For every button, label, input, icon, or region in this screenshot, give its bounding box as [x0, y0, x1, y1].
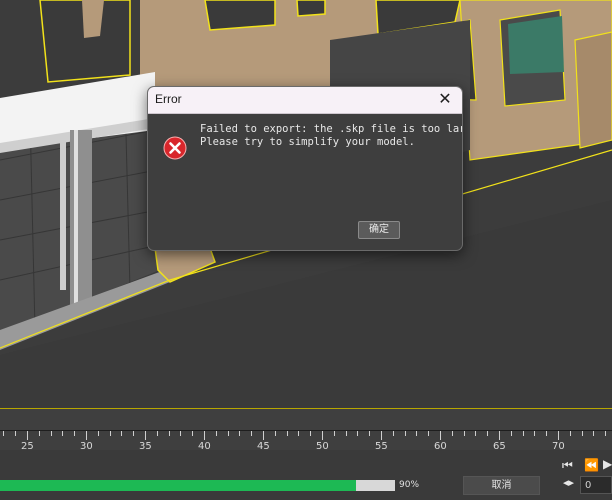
error-message-line-2: Please try to simplify your model. [200, 135, 415, 148]
timeline-tick [239, 431, 240, 436]
timeline-tick [192, 431, 193, 436]
timeline-tick [487, 431, 488, 436]
timeline-tick [310, 431, 311, 436]
step-back-icon[interactable]: ⏪ [584, 458, 599, 472]
frame-input[interactable]: 0 [580, 476, 612, 494]
ok-button[interactable]: 确定 [358, 221, 400, 239]
timeline-tick [157, 431, 158, 436]
error-message-line-1: Failed to export: the .skp file is too l… [200, 123, 463, 135]
timeline-tick [15, 431, 16, 436]
cancel-export-button[interactable]: 取消 [463, 476, 540, 495]
timeline-tick [298, 431, 299, 436]
timeline-tick [582, 431, 583, 436]
play-icon[interactable]: ▶ [603, 457, 612, 471]
timeline-tick [570, 431, 571, 436]
timeline-tick [416, 431, 417, 436]
timeline-tick [275, 431, 276, 436]
timeline-tick [110, 431, 111, 436]
skip-to-start-icon[interactable]: ⏮ [562, 458, 573, 473]
timeline-tick [169, 431, 170, 436]
timeline-tick [452, 431, 453, 436]
timeline-tick [464, 431, 465, 436]
timeline-tick [558, 431, 559, 440]
dialog-titlebar[interactable]: Error ✕ [148, 87, 462, 114]
timeline-tick [216, 431, 217, 436]
timeline-tick [39, 431, 40, 436]
timeline-tick [428, 431, 429, 436]
close-icon[interactable]: ✕ [437, 90, 453, 108]
timeline[interactable]: 25 30 35 40 45 50 55 60 65 70 [0, 408, 612, 452]
timeline-tick [121, 431, 122, 436]
timeline-tick [475, 431, 476, 436]
timeline-tick [62, 431, 63, 436]
timeline-tick [605, 431, 606, 436]
timeline-tick [74, 431, 75, 436]
timeline-tick [145, 431, 146, 440]
export-progress-fill [0, 480, 356, 491]
timeline-tick [334, 431, 335, 436]
status-bar: ⏮ ⏪ ▶ 90% 取消 ◂▸ 0 [0, 450, 612, 500]
timeline-ruler [0, 430, 612, 431]
timeline-tick [51, 431, 52, 436]
timeline-tick [263, 431, 264, 440]
timeline-tick [133, 431, 134, 436]
timeline-tick [251, 431, 252, 436]
timeline-tick [346, 431, 347, 436]
timeline-tick [405, 431, 406, 436]
timeline-tick [204, 431, 205, 440]
timeline-tick [523, 431, 524, 436]
timeline-tick [98, 431, 99, 436]
timeline-tick [593, 431, 594, 436]
step-frame-icon[interactable]: ◂▸ [563, 476, 574, 489]
timeline-tick [511, 431, 512, 436]
timeline-tick [322, 431, 323, 440]
timeline-tick [381, 431, 382, 440]
timeline-tick [86, 431, 87, 440]
timeline-tick [3, 431, 4, 436]
timeline-tick [357, 431, 358, 436]
timeline-tick [499, 431, 500, 440]
timeline-tick [228, 431, 229, 436]
timeline-tick [287, 431, 288, 436]
dialog-title: Error [155, 92, 182, 106]
error-message: Failed to export: the .skp file is too l… [200, 123, 463, 148]
timeline-tick [27, 431, 28, 440]
error-icon [163, 136, 187, 160]
timeline-tick [180, 431, 181, 436]
export-progress-bar [0, 480, 395, 491]
error-dialog: Error ✕ Failed to export: the .skp file … [147, 86, 463, 251]
timeline-tick [534, 431, 535, 436]
timeline-tick [393, 431, 394, 436]
timeline-tick [369, 431, 370, 436]
export-progress-label: 90% [399, 480, 420, 490]
timeline-tick [440, 431, 441, 440]
timeline-tick [546, 431, 547, 436]
